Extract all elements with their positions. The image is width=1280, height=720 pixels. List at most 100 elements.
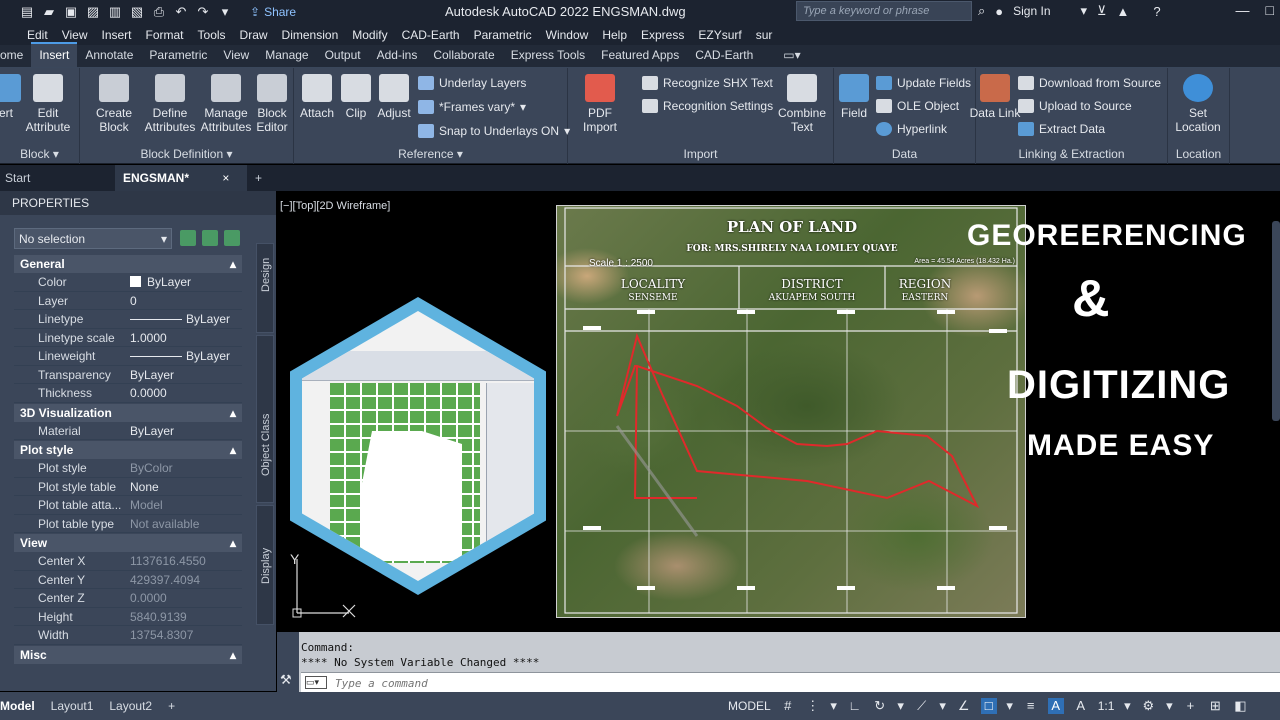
property-row[interactable]: Center Y 429397.4094 — [14, 571, 242, 589]
side-tab-display[interactable]: Display — [256, 505, 274, 625]
edit-attribute-button[interactable]: Edit Attribute — [20, 74, 76, 134]
dropdown-icon[interactable]: ▾ — [1006, 698, 1014, 714]
lineweight-icon[interactable]: ≡ — [1023, 698, 1039, 714]
ole-object-button[interactable]: OLE Object — [876, 99, 959, 113]
create-block-button[interactable]: Create Block — [86, 74, 142, 134]
tab-express-tools[interactable]: Express Tools — [503, 44, 593, 67]
property-row[interactable]: Center Z 0.0000 — [14, 589, 242, 608]
combine-text-button[interactable]: Combine Text — [774, 74, 830, 134]
dropdown-icon[interactable]: ▾ — [939, 698, 947, 714]
section-misc[interactable]: Misc ▴ — [14, 645, 242, 664]
data-link-button[interactable]: Data Link — [967, 74, 1023, 120]
toggle-pickadd-icon[interactable] — [180, 230, 196, 246]
tab-parametric[interactable]: Parametric — [141, 44, 215, 67]
qat-dropdown-icon[interactable]: ▾ — [218, 5, 232, 19]
annotation-visibility-icon[interactable]: A — [1047, 698, 1064, 714]
selection-dropdown[interactable]: No selection ▾ — [14, 228, 172, 249]
cart-icon[interactable]: ⊻ — [1097, 3, 1107, 19]
command-input[interactable] — [335, 675, 935, 691]
tab-collaborate[interactable]: Collaborate — [425, 44, 502, 67]
quick-select-icon[interactable] — [224, 230, 240, 246]
new-file-icon[interactable]: ▤ — [20, 5, 34, 19]
property-row[interactable]: Thickness 0.0000 — [14, 384, 242, 403]
tab-cad-earth[interactable]: CAD-Earth — [687, 44, 761, 67]
menu-insert[interactable]: Insert — [94, 28, 138, 42]
property-row[interactable]: Height 5840.9139 — [14, 608, 242, 626]
isolate-objects-icon[interactable]: ⊞ — [1207, 698, 1223, 714]
autodesk-app-icon[interactable]: ▲ — [1117, 4, 1130, 19]
property-row[interactable]: Linetype scale 1.0000 — [14, 329, 242, 347]
dropdown-icon[interactable]: ▾ — [830, 698, 838, 714]
annotation-scale[interactable]: 1:1 — [1098, 699, 1115, 713]
side-tab-object-class[interactable]: Object Class — [256, 335, 274, 503]
property-row[interactable]: Color ByLayer — [14, 273, 242, 292]
auto-scale-icon[interactable]: A — [1073, 698, 1089, 714]
frames-dropdown[interactable]: *Frames vary* ▾ — [418, 100, 526, 114]
tab-manage[interactable]: Manage — [257, 44, 316, 67]
command-grip[interactable]: ⚒ — [277, 632, 299, 692]
model-space-button[interactable]: MODEL — [728, 699, 771, 713]
property-row[interactable]: Plot table type Not available — [14, 515, 242, 533]
redo-icon[interactable]: ↷ — [196, 5, 210, 19]
tab-home[interactable]: ome — [0, 44, 31, 67]
extract-data-button[interactable]: Extract Data — [1018, 122, 1105, 136]
property-row[interactable]: Plot table atta... Model — [14, 496, 242, 515]
command-prompt-icon[interactable]: ▭▾ — [305, 676, 327, 689]
tab-output[interactable]: Output — [317, 44, 369, 67]
menu-sur[interactable]: sur — [749, 28, 780, 42]
upload-source-button[interactable]: Upload to Source — [1018, 99, 1132, 113]
close-icon[interactable]: × — [222, 171, 229, 185]
vertical-scrollbar[interactable] — [1272, 221, 1280, 421]
menu-cad-earth[interactable]: CAD-Earth — [395, 28, 467, 42]
search-input[interactable]: Type a keyword or phrase — [796, 1, 972, 21]
snap-grid-icon[interactable]: ⋮ — [805, 698, 821, 714]
set-location-button[interactable]: Set Location — [1170, 74, 1226, 134]
save-as-icon[interactable]: ▨ — [86, 5, 100, 19]
tab-start[interactable]: Start — [0, 165, 115, 191]
share-button[interactable]: ⇪ Share — [250, 5, 296, 19]
menu-help[interactable]: Help — [595, 28, 634, 42]
adjust-button[interactable]: Adjust — [366, 74, 422, 120]
panel-title-block[interactable]: Block ▾ — [0, 147, 79, 161]
menu-ezysurf[interactable]: EZYsurf — [691, 28, 748, 42]
side-tab-design[interactable]: Design — [256, 243, 274, 333]
property-row[interactable]: Plot style table None — [14, 478, 242, 496]
property-row[interactable]: Width 13754.8307 — [14, 626, 242, 645]
add-layout-button[interactable]: + — [160, 696, 183, 716]
polar-tracking-icon[interactable]: ↻ — [872, 698, 888, 714]
dropdown-icon[interactable]: ▾ — [1165, 698, 1173, 714]
field-button[interactable]: Field — [826, 74, 882, 120]
menu-express[interactable]: Express — [634, 28, 691, 42]
sign-in-dropdown-icon[interactable]: ▾ — [1081, 3, 1088, 19]
layout-tab-layout2[interactable]: Layout2 — [101, 696, 160, 716]
tab-insert[interactable]: Insert — [31, 42, 78, 67]
select-objects-icon[interactable] — [202, 230, 218, 246]
property-row[interactable]: Linetype ByLayer — [14, 310, 242, 329]
ribbon-toggle-icon[interactable]: ▭▾ — [775, 44, 808, 67]
menu-format[interactable]: Format — [139, 28, 191, 42]
object-snap-tracking-icon[interactable]: ∠ — [956, 698, 972, 714]
download-source-button[interactable]: Download from Source — [1018, 76, 1161, 90]
menu-view[interactable]: View — [55, 28, 95, 42]
section-view[interactable]: View ▴ — [14, 534, 242, 552]
property-row[interactable]: Center X 1137616.4550 — [14, 552, 242, 571]
open-web-icon[interactable]: ▥ — [108, 5, 122, 19]
tab-view[interactable]: View — [215, 44, 257, 67]
panel-title-block-definition[interactable]: Block Definition ▾ — [80, 147, 293, 161]
isodraft-icon[interactable]: ⟋ — [914, 698, 930, 714]
section-3d-visualization[interactable]: 3D Visualization ▴ — [14, 403, 242, 422]
section-general[interactable]: General ▴ — [14, 255, 242, 273]
property-row[interactable]: Transparency ByLayer — [14, 366, 242, 384]
tab-engsman[interactable]: ENGSMAN* × — [115, 165, 247, 191]
maximize-button[interactable]: □ — [1266, 2, 1274, 18]
panel-title-reference[interactable]: Reference ▾ — [294, 147, 567, 161]
recognize-shx-button[interactable]: Recognize SHX Text — [642, 76, 773, 90]
workspace-gear-icon[interactable]: ⚙ — [1140, 698, 1156, 714]
hardware-acceleration-icon[interactable]: ◧ — [1232, 698, 1248, 714]
dropdown-icon[interactable]: ▾ — [897, 698, 905, 714]
dropdown-icon[interactable]: ▾ — [1123, 698, 1131, 714]
add-icon[interactable]: + — [1182, 698, 1198, 714]
wrench-icon[interactable]: ⚒ — [280, 672, 292, 688]
minimize-button[interactable]: — — [1236, 2, 1250, 18]
sign-in-button[interactable]: Sign In — [1013, 4, 1050, 18]
